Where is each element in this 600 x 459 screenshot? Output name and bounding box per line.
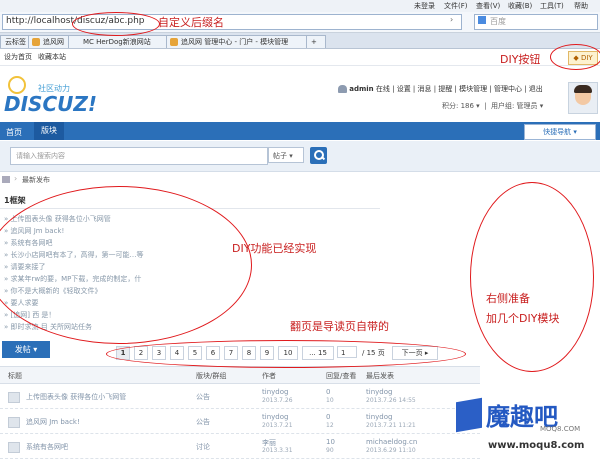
thread-forum[interactable]: 公告 bbox=[196, 392, 210, 402]
tab-admin[interactable]: 追风网 管理中心 - 门户 - 模块管理 bbox=[166, 35, 308, 48]
go-arrow-icon[interactable]: › bbox=[450, 15, 453, 24]
tab-cloud[interactable]: 云标签 bbox=[0, 35, 30, 48]
table-row[interactable]: 追风网 Jm back! 公告 tinydog 2013.7.21 0 12 t… bbox=[0, 409, 480, 434]
thread-title[interactable]: 追风网 Jm back! bbox=[26, 417, 80, 427]
site-logo[interactable]: DISCUZ! bbox=[4, 92, 97, 116]
link-settings[interactable]: 设置 bbox=[397, 85, 411, 93]
thread-last-date: 2013.7.26 14:55 bbox=[366, 397, 416, 404]
thread-date: 2013.7.26 bbox=[262, 397, 293, 404]
site-favicon-icon bbox=[170, 38, 178, 46]
watermark-cube-icon bbox=[456, 397, 482, 433]
thread-views: 90 bbox=[326, 447, 334, 454]
thread-title[interactable]: 系统有各网吧 bbox=[26, 442, 68, 452]
col-title: 标题 bbox=[8, 372, 22, 380]
thread-date: 2013.7.21 bbox=[262, 422, 293, 429]
forum-search-placeholder: 请输入搜索内容 bbox=[16, 152, 65, 160]
avatar[interactable] bbox=[568, 82, 598, 114]
link-module-manage[interactable]: 模块管理 bbox=[459, 85, 487, 93]
thread-replies: 0 bbox=[326, 413, 331, 421]
col-author: 作者 bbox=[262, 372, 276, 380]
link-online[interactable]: 在线 bbox=[376, 85, 390, 93]
thread-replies: 0 bbox=[326, 388, 331, 396]
menu-tools[interactable]: 工具(T) bbox=[540, 1, 564, 11]
username-link[interactable]: admin bbox=[349, 85, 373, 93]
watermark-url: www.moqu8.com bbox=[488, 440, 585, 451]
search-scope-select[interactable]: 帖子 ▾ bbox=[268, 147, 304, 163]
annotation-diy-button: DIY按钮 bbox=[500, 53, 541, 66]
link-messages[interactable]: 消息 bbox=[418, 85, 432, 93]
annotation-circle-pager bbox=[106, 340, 466, 368]
points-link[interactable]: 积分: 186 bbox=[442, 102, 474, 110]
thread-date: 2013.3.31 bbox=[262, 447, 293, 454]
annotation-right-2: 加几个DIY模块 bbox=[486, 312, 560, 325]
table-row[interactable]: 上传图表头像 获得各位小飞网管 公告 tinydog 2013.7.26 0 1… bbox=[0, 384, 480, 409]
search-button[interactable] bbox=[310, 147, 327, 164]
link-logout[interactable]: 退出 bbox=[529, 85, 543, 93]
browser-search-placeholder: 百度 bbox=[490, 17, 506, 26]
breadcrumb[interactable]: 最新发布 bbox=[22, 175, 50, 185]
thread-icon bbox=[8, 442, 20, 453]
watermark-sub: MOQ8.COM bbox=[540, 425, 581, 433]
menu-view[interactable]: 查看(V) bbox=[476, 1, 500, 11]
new-post-button[interactable]: 发帖 ▾ bbox=[2, 341, 50, 358]
annotation-diy-done: DIY功能已经实现 bbox=[232, 242, 317, 255]
nav-board[interactable]: 版块 bbox=[34, 122, 64, 140]
menu-favorites[interactable]: 收藏(B) bbox=[508, 1, 532, 11]
search-engine-icon bbox=[478, 16, 486, 24]
site-favicon-icon bbox=[32, 38, 40, 46]
bookmark-set-home[interactable]: 设为首页 bbox=[4, 52, 32, 62]
thread-forum[interactable]: 讨论 bbox=[196, 442, 210, 452]
main-nav bbox=[0, 122, 600, 140]
thread-views: 12 bbox=[326, 422, 334, 429]
annotation-pager-note: 翻页是导读页自带的 bbox=[290, 320, 389, 333]
table-row[interactable]: 系统有各网吧 讨论 李丽 2013.3.31 10 90 michaeldog.… bbox=[0, 434, 480, 459]
browser-menu-bar: 未登录 文件(F) 查看(V) 收藏(B) 工具(T) 帮助 bbox=[0, 0, 600, 12]
thread-icon bbox=[8, 392, 20, 403]
thread-author[interactable]: tinydog bbox=[262, 413, 288, 421]
col-last-post: 最后发表 bbox=[366, 372, 394, 380]
annotation-circle-right bbox=[470, 182, 594, 372]
thread-title[interactable]: 上传图表头像 获得各位小飞网管 bbox=[26, 392, 126, 402]
thread-last-user[interactable]: tinydog bbox=[366, 388, 392, 396]
thread-last-date: 2013.6.29 11:10 bbox=[366, 447, 416, 454]
thread-icon bbox=[8, 417, 20, 428]
thread-replies: 10 bbox=[326, 438, 335, 446]
thread-views: 10 bbox=[326, 397, 334, 404]
nav-home[interactable]: 首页 bbox=[6, 127, 22, 138]
annotation-url-suffix: 自定义后缀名 bbox=[158, 16, 224, 29]
user-icon bbox=[338, 85, 347, 93]
frame-title: 1框架 bbox=[4, 196, 26, 205]
annotation-circle-url bbox=[72, 12, 160, 36]
annotation-right-1: 右侧准备 bbox=[486, 292, 530, 305]
menu-login[interactable]: 未登录 bbox=[414, 1, 435, 11]
thread-table-header bbox=[0, 366, 480, 384]
new-tab-button[interactable]: + bbox=[306, 35, 326, 48]
breadcrumb-separator: › bbox=[14, 174, 18, 183]
col-replies: 回复/查看 bbox=[326, 372, 357, 380]
thread-last-user[interactable]: tinydog bbox=[366, 413, 392, 421]
thread-last-user[interactable]: michaeldog.cn bbox=[366, 438, 417, 446]
user-links: admin 在线 | 设置 | 消息 | 提醒 | 模块管理 | 管理中心 | … bbox=[338, 84, 543, 94]
tab-herdog[interactable]: MC HerDog新浪网站 bbox=[68, 35, 176, 48]
points-line: 积分: 186 ▾ | 用户组: 管理员 ▾ bbox=[442, 102, 544, 110]
quick-nav-button[interactable]: 快捷导航 ▾ bbox=[524, 124, 596, 140]
link-admin-center[interactable]: 管理中心 bbox=[494, 85, 522, 93]
link-notices[interactable]: 提醒 bbox=[438, 85, 452, 93]
avatar-hair bbox=[574, 85, 592, 93]
thread-author[interactable]: tinydog bbox=[262, 388, 288, 396]
home-icon[interactable] bbox=[2, 176, 10, 183]
thread-forum[interactable]: 公告 bbox=[196, 417, 210, 427]
annotation-circle-diy bbox=[550, 44, 600, 70]
thread-last-date: 2013.7.21 11:21 bbox=[366, 422, 416, 429]
usergroup-link[interactable]: 用户组: 管理员 bbox=[491, 102, 538, 110]
menu-file[interactable]: 文件(F) bbox=[444, 1, 468, 11]
col-forum: 版块/群组 bbox=[196, 372, 227, 380]
menu-help[interactable]: 帮助 bbox=[574, 1, 588, 11]
bookmark-add[interactable]: 收藏本站 bbox=[38, 52, 66, 62]
